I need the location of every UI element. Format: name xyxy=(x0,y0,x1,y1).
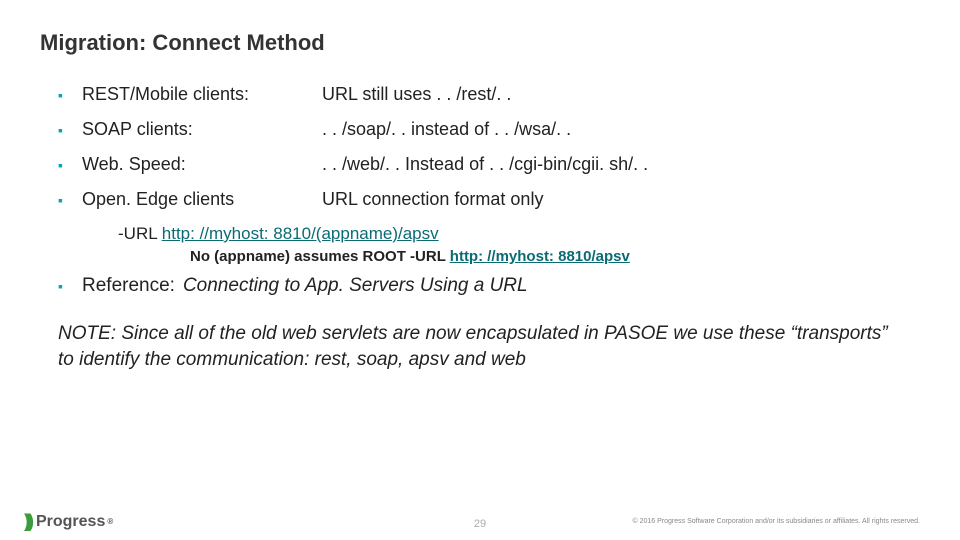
bullet-desc: . . /soap/. . instead of . . /wsa/. . xyxy=(322,119,920,140)
bullet-desc: URL connection format only xyxy=(322,189,920,210)
progress-logo: ))) Progress ® xyxy=(24,511,113,532)
sub-bullet-root: No (appname) assumes ROOT -URL http: //m… xyxy=(190,248,920,265)
bullet-desc: . . /web/. . Instead of . . /cgi-bin/cgi… xyxy=(322,154,920,175)
reference-bullet: Reference: Connecting to App. Servers Us… xyxy=(58,275,920,297)
slide: Migration: Connect Method REST/Mobile cl… xyxy=(0,0,960,540)
bullet-item: Web. Speed: . . /web/. . Instead of . . … xyxy=(58,154,920,175)
trademark-icon: ® xyxy=(107,517,113,526)
sub-bullet-prefix: No (appname) assumes ROOT -URL xyxy=(190,248,450,265)
url-link[interactable]: http: //myhost: 8810/apsv xyxy=(450,248,630,265)
bullet-label: REST/Mobile clients: xyxy=(82,84,322,105)
bullet-label: Open. Edge clients xyxy=(82,189,322,210)
bullet-list: REST/Mobile clients: URL still uses . . … xyxy=(58,84,920,210)
sub-bullet-prefix: -URL xyxy=(118,224,162,243)
slide-title: Migration: Connect Method xyxy=(40,30,920,56)
reference-text: Connecting to App. Servers Using a URL xyxy=(183,275,528,297)
sub-bullet-url: -URL http: //myhost: 8810/(appname)/apsv xyxy=(118,224,920,244)
url-link[interactable]: http: //myhost: 8810/(appname)/apsv xyxy=(162,224,439,243)
bullet-item: Open. Edge clients URL connection format… xyxy=(58,189,920,210)
copyright-text: © 2016 Progress Software Corporation and… xyxy=(633,518,921,525)
page-number: 29 xyxy=(474,518,486,530)
bullet-label: Web. Speed: xyxy=(82,154,322,175)
reference-label: Reference: xyxy=(82,275,175,297)
bullet-item: SOAP clients: . . /soap/. . instead of .… xyxy=(58,119,920,140)
bullet-item: REST/Mobile clients: URL still uses . . … xyxy=(58,84,920,105)
chevron-icon: ))) xyxy=(24,511,30,532)
bullet-label: SOAP clients: xyxy=(82,119,322,140)
note-text: NOTE: Since all of the old web servlets … xyxy=(58,321,888,372)
brand-text: Progress xyxy=(36,513,105,531)
bullet-desc: URL still uses . . /rest/. . xyxy=(322,84,920,105)
